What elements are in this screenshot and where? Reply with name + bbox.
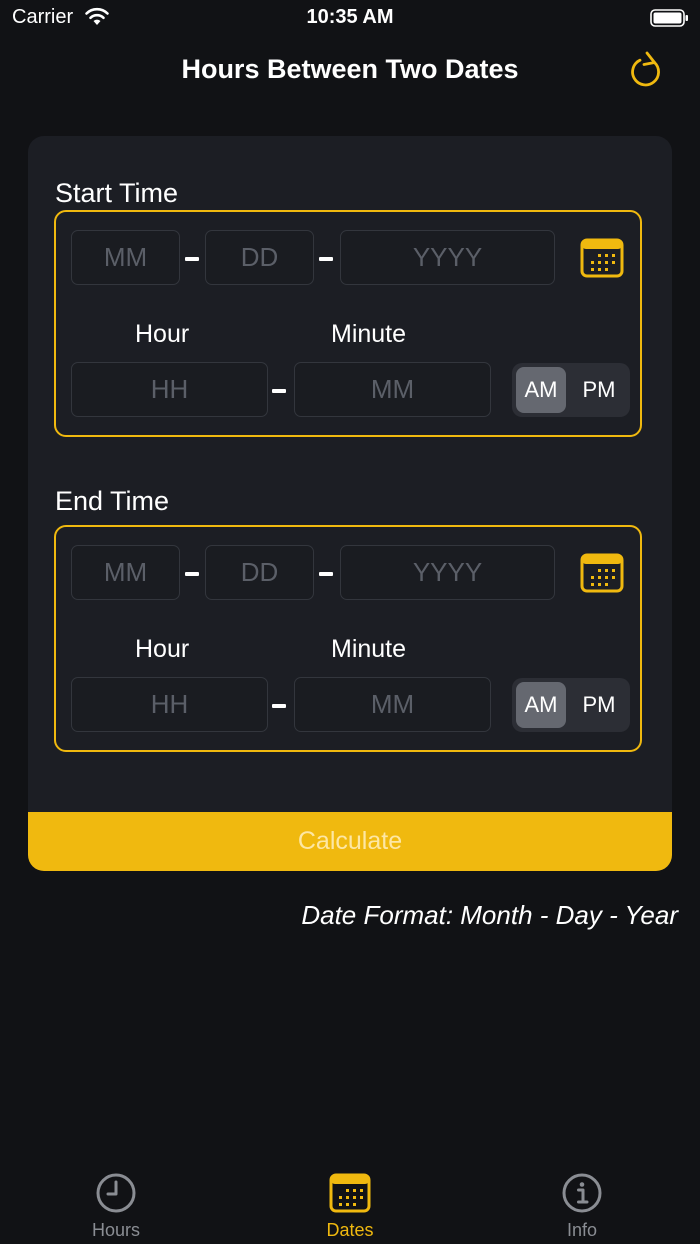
tab-hours[interactable]: Hours <box>46 1172 186 1241</box>
date-separator <box>185 257 199 261</box>
tab-dates-label: Dates <box>326 1220 374 1240</box>
page-title: Hours Between Two Dates <box>181 54 519 84</box>
start-hour-input[interactable]: HH <box>71 362 268 417</box>
time-separator <box>272 389 286 393</box>
start-day-input[interactable]: DD <box>205 230 314 285</box>
tab-info[interactable]: Info <box>512 1172 652 1241</box>
end-time-label: End Time <box>55 486 170 516</box>
date-separator <box>319 572 333 576</box>
calendar-icon <box>329 1173 371 1213</box>
start-am-option[interactable]: AM <box>516 367 566 413</box>
end-minute-label: Minute <box>331 635 407 663</box>
start-minute-input[interactable]: MM <box>294 362 491 417</box>
start-minute-label: Minute <box>331 320 407 348</box>
tab-bar: Hours Dates Info <box>0 1160 700 1244</box>
end-hour-label: Hour <box>135 635 190 663</box>
start-month-input[interactable]: MM <box>71 230 180 285</box>
end-month-input[interactable]: MM <box>71 545 180 600</box>
start-calendar-icon[interactable] <box>580 238 624 278</box>
date-separator <box>319 257 333 261</box>
end-calendar-icon[interactable] <box>580 553 624 593</box>
date-separator <box>185 572 199 576</box>
status-bar: Carrier 10:35 AM <box>0 0 700 36</box>
status-time: 10:35 AM <box>306 6 394 28</box>
end-ampm-toggle: AM PM <box>512 678 630 732</box>
input-card: Start Time MM DD YYYY Hour Minute HH MM … <box>28 136 672 871</box>
end-day-input[interactable]: DD <box>205 545 314 600</box>
end-hour-input[interactable]: HH <box>71 677 268 732</box>
tab-hours-label: Hours <box>91 1220 140 1240</box>
start-pm-option[interactable]: PM <box>574 367 624 413</box>
start-year-input[interactable]: YYYY <box>340 230 555 285</box>
start-ampm-toggle: AM PM <box>512 363 630 417</box>
end-minute-input[interactable]: MM <box>294 677 491 732</box>
time-separator <box>272 704 286 708</box>
tab-dates[interactable]: Dates <box>280 1172 420 1241</box>
info-icon <box>562 1173 602 1213</box>
clock-icon <box>96 1173 136 1213</box>
battery-icon <box>650 9 688 27</box>
date-format-note: Date Format: Month - Day - Year <box>301 900 678 930</box>
tab-info-label: Info <box>566 1220 598 1240</box>
end-am-option[interactable]: AM <box>516 682 566 728</box>
start-time-label: Start Time <box>55 178 179 208</box>
refresh-icon[interactable] <box>626 50 668 92</box>
start-time-group: MM DD YYYY Hour Minute HH MM AM PM <box>54 210 642 437</box>
end-time-group: MM DD YYYY Hour Minute HH MM AM PM <box>54 525 642 752</box>
end-pm-option[interactable]: PM <box>574 682 624 728</box>
start-hour-label: Hour <box>135 320 190 348</box>
calculate-button[interactable]: Calculate <box>28 812 672 871</box>
end-year-input[interactable]: YYYY <box>340 545 555 600</box>
